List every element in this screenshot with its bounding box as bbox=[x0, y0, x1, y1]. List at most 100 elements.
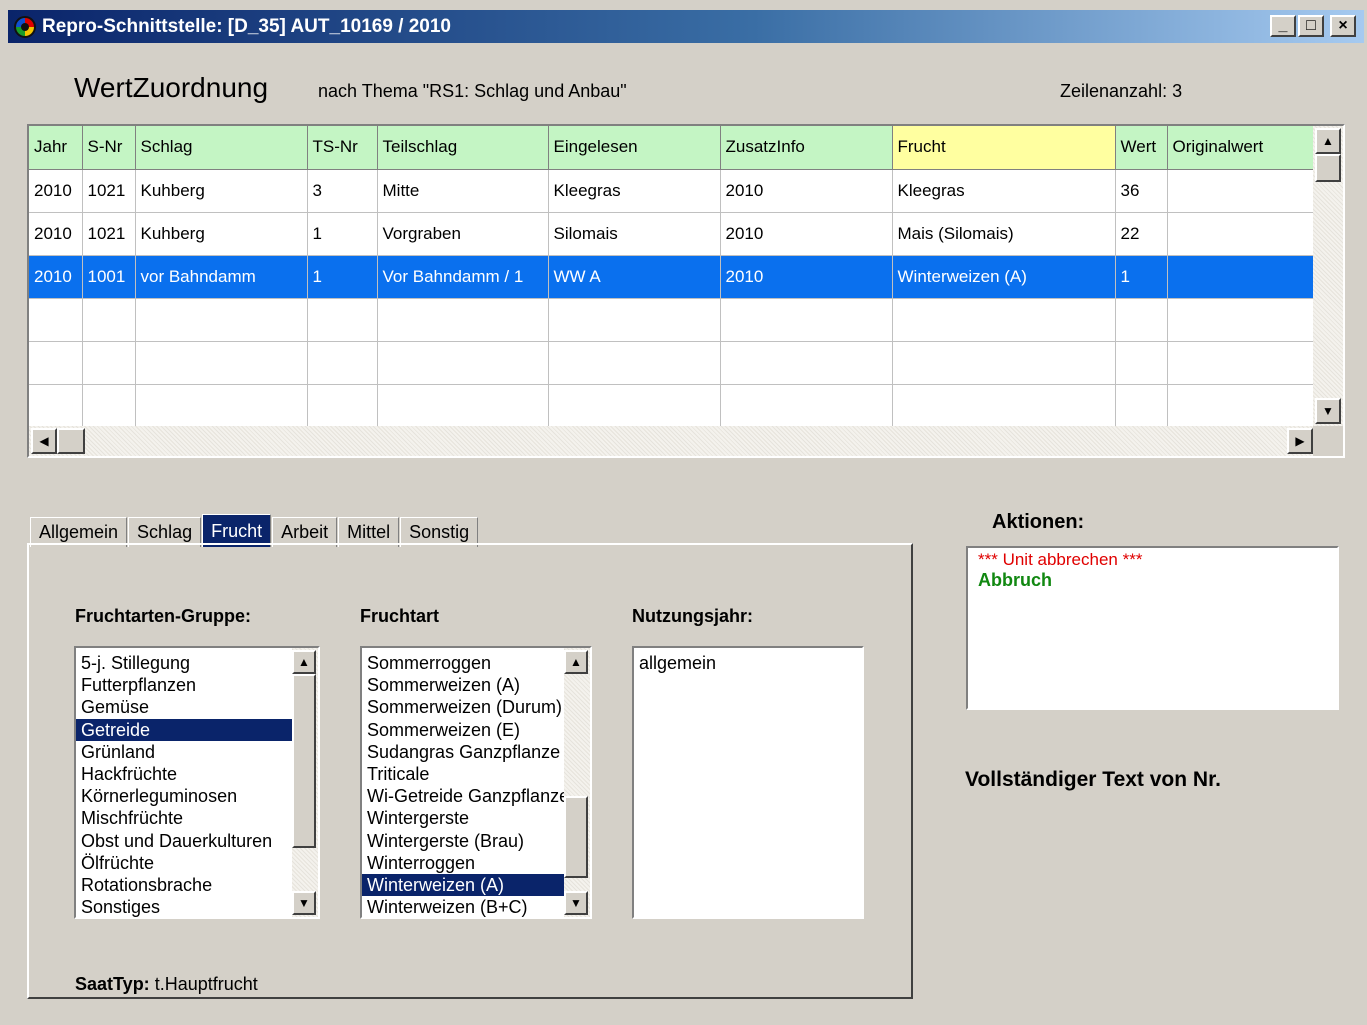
list-item[interactable]: Sommerweizen (Durum) bbox=[362, 696, 590, 718]
table-row[interactable]: 2010 1021 Kuhberg 3 Mitte Kleegras 2010 Kleegra… bbox=[29, 169, 1316, 213]
table-cell[interactable] bbox=[1115, 298, 1168, 342]
table-cell[interactable]: 1021 bbox=[82, 212, 136, 256]
table-cell[interactable]: Vorgraben bbox=[377, 212, 549, 256]
table-cell[interactable]: Vor Bahndamm / 1 bbox=[377, 255, 549, 299]
table-cell[interactable] bbox=[135, 384, 308, 428]
table-cell[interactable]: 1 bbox=[1115, 255, 1168, 299]
list-item[interactable]: Wi-Getreide Ganzpflanze bbox=[362, 785, 590, 807]
table-cell[interactable]: Kuhberg bbox=[135, 212, 308, 256]
group-scroll-up-button[interactable]: ▲ bbox=[292, 650, 316, 674]
table-cell[interactable] bbox=[1167, 384, 1316, 428]
list-item[interactable]: Sommerweizen (A) bbox=[362, 674, 590, 696]
table-cell[interactable] bbox=[548, 341, 721, 385]
scroll-right-button[interactable]: ▶ bbox=[1287, 428, 1313, 454]
scroll-down-button[interactable]: ▼ bbox=[1315, 398, 1341, 424]
grid-horizontal-scrollbar[interactable]: ◀ ▶ bbox=[29, 426, 1315, 456]
list-item[interactable]: Winterweizen (A) bbox=[362, 873, 590, 897]
actions-list[interactable]: *** Unit abbrechen *** Abbruch bbox=[966, 546, 1339, 710]
table-cell[interactable] bbox=[1167, 341, 1316, 385]
table-cell[interactable]: 2010 bbox=[29, 169, 83, 213]
table-cell[interactable]: Winterweizen (A) bbox=[892, 255, 1116, 299]
table-cell[interactable]: 2010 bbox=[720, 212, 893, 256]
list-item[interactable]: Grünland bbox=[76, 741, 318, 763]
table-cell[interactable] bbox=[548, 384, 721, 428]
table-cell[interactable]: 3 bbox=[307, 169, 378, 213]
table-cell[interactable]: 2010 bbox=[29, 212, 83, 256]
table-row[interactable]: 2010 1001 vor Bahndamm 1 Vor Bahndamm / 1 WW … bbox=[29, 255, 1316, 299]
table-row[interactable]: 2010 1021 Kuhberg 1 Vorgraben Silomais 2010 Mai… bbox=[29, 212, 1316, 256]
list-item[interactable]: Ölfrüchte bbox=[76, 852, 318, 874]
table-cell[interactable] bbox=[29, 341, 83, 385]
table-cell[interactable] bbox=[720, 298, 893, 342]
table-cell[interactable] bbox=[29, 298, 83, 342]
list-item[interactable]: Winterroggen bbox=[362, 852, 590, 874]
column-header[interactable]: S-Nr bbox=[82, 126, 136, 170]
list-item[interactable]: Futterpflanzen bbox=[76, 674, 318, 696]
group-list-scrollbar[interactable]: ▲ ▼ bbox=[292, 648, 318, 917]
crop-list-scrollbar[interactable]: ▲ ▼ bbox=[564, 648, 590, 917]
table-cell[interactable]: 1 bbox=[307, 212, 378, 256]
table-cell[interactable] bbox=[1167, 212, 1316, 256]
scroll-thumb[interactable] bbox=[1315, 154, 1341, 182]
column-header[interactable]: Teilschlag bbox=[377, 126, 549, 170]
list-item[interactable]: Getreide bbox=[76, 718, 318, 741]
table-cell[interactable] bbox=[1115, 341, 1168, 385]
table-cell[interactable]: Mitte bbox=[377, 169, 549, 213]
list-item[interactable]: Triticale bbox=[362, 763, 590, 785]
h-scroll-thumb[interactable] bbox=[57, 428, 85, 454]
list-item[interactable]: Sommerroggen bbox=[362, 652, 590, 674]
table-cell[interactable] bbox=[307, 298, 378, 342]
table-cell[interactable] bbox=[548, 298, 721, 342]
column-header[interactable]: ZusatzInfo bbox=[720, 126, 893, 170]
abort-action[interactable]: Abbruch bbox=[978, 570, 1327, 591]
column-header[interactable]: Originalwert bbox=[1167, 126, 1316, 170]
list-item[interactable]: Sonstiges bbox=[76, 896, 318, 917]
table-cell[interactable]: 2010 bbox=[720, 255, 893, 299]
list-item[interactable]: 5-j. Stillegung bbox=[76, 652, 318, 674]
table-cell[interactable] bbox=[135, 341, 308, 385]
table-cell[interactable]: Kleegras bbox=[892, 169, 1116, 213]
empty-row[interactable] bbox=[29, 298, 1316, 342]
table-cell[interactable] bbox=[720, 341, 893, 385]
table-cell[interactable] bbox=[307, 341, 378, 385]
minimize-button[interactable]: _ bbox=[1270, 15, 1296, 37]
table-cell[interactable] bbox=[377, 298, 549, 342]
table-cell[interactable]: vor Bahndamm bbox=[135, 255, 308, 299]
list-item[interactable]: Sommerweizen (E) bbox=[362, 719, 590, 741]
list-item[interactable]: Wintergerste (Brau) bbox=[362, 830, 590, 852]
scroll-left-button[interactable]: ◀ bbox=[31, 428, 57, 454]
column-header[interactable]: Schlag bbox=[135, 126, 308, 170]
table-cell[interactable]: 36 bbox=[1115, 169, 1168, 213]
list-item[interactable]: Hackfrüchte bbox=[76, 763, 318, 785]
table-cell[interactable]: 1 bbox=[307, 255, 378, 299]
table-cell[interactable]: Silomais bbox=[548, 212, 721, 256]
crop-listbox[interactable]: Sommerroggen Sommerweizen (A) Sommerweizen… bbox=[360, 646, 592, 919]
table-cell[interactable]: 22 bbox=[1115, 212, 1168, 256]
list-item[interactable]: Wintergerste bbox=[362, 807, 590, 829]
list-item[interactable]: allgemein bbox=[634, 652, 862, 674]
column-header[interactable]: Wert bbox=[1115, 126, 1168, 170]
table-cell[interactable] bbox=[892, 384, 1116, 428]
crop-scroll-thumb[interactable] bbox=[564, 796, 588, 878]
assignment-grid[interactable]: Jahr S-Nr Schlag TS-Nr Teilschlag Eingelesen Z… bbox=[27, 124, 1345, 458]
column-header[interactable]: Jahr bbox=[29, 126, 83, 170]
list-item[interactable]: Rotationsbrache bbox=[76, 874, 318, 896]
group-scroll-thumb[interactable] bbox=[292, 674, 316, 848]
table-cell[interactable] bbox=[892, 341, 1116, 385]
close-button[interactable]: × bbox=[1330, 15, 1356, 37]
table-cell[interactable] bbox=[29, 384, 83, 428]
table-cell[interactable]: Kuhberg bbox=[135, 169, 308, 213]
table-cell[interactable] bbox=[1115, 384, 1168, 428]
list-item[interactable]: Körnerleguminosen bbox=[76, 785, 318, 807]
maximize-button[interactable]: □ bbox=[1298, 15, 1324, 37]
column-header[interactable]: Frucht bbox=[892, 126, 1116, 170]
list-item[interactable]: Sudangras Ganzpflanze bbox=[362, 741, 590, 763]
column-header[interactable]: Eingelesen bbox=[548, 126, 721, 170]
table-cell[interactable]: Mais (Silomais) bbox=[892, 212, 1116, 256]
table-cell[interactable] bbox=[1167, 298, 1316, 342]
table-cell[interactable]: 2010 bbox=[720, 169, 893, 213]
table-cell[interactable]: 2010 bbox=[29, 255, 83, 299]
table-cell[interactable] bbox=[720, 384, 893, 428]
grid-vertical-scrollbar[interactable]: ▲ ▼ bbox=[1313, 126, 1343, 426]
table-cell[interactable] bbox=[307, 384, 378, 428]
